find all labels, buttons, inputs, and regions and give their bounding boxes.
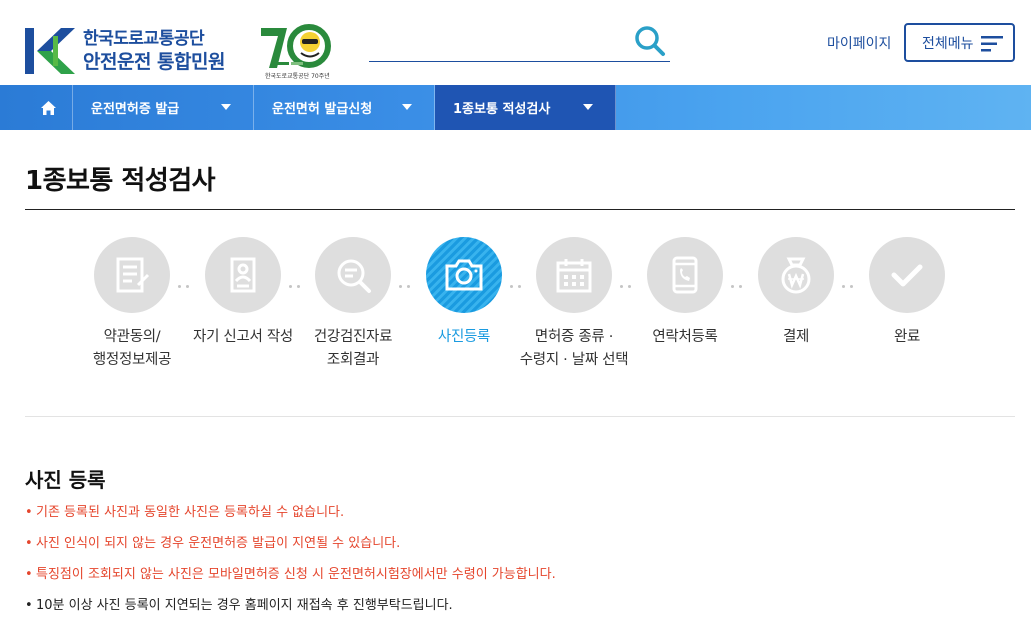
nav-item-aptitude-test[interactable]: 1종보통 적성검사 [435, 85, 616, 130]
step-label-line: 수령지 · 날짜 선택 [519, 352, 629, 368]
breadcrumb-nav: 운전면허증 발급 운전면허 발급신청 1종보통 적성검사 [0, 85, 1031, 130]
caret-down-icon [402, 104, 412, 110]
step-health-check-results: 건강검진자료조회결과 [298, 237, 408, 372]
search-input[interactable] [369, 28, 624, 58]
nav-item-license-application[interactable]: 운전면허 발급신청 [254, 85, 435, 130]
nav-item-license-issue[interactable]: 운전면허증 발급 [73, 85, 254, 130]
step-label-line: 완료 [893, 329, 921, 345]
section-divider [25, 416, 1015, 417]
caret-down-icon [583, 104, 593, 110]
page-title: 1종보통 적성검사 [25, 166, 216, 196]
step-label-line: 면허증 종류 · [534, 329, 614, 345]
nav-item-label: 1종보통 적성검사 [453, 102, 551, 117]
profile-document-icon [230, 257, 256, 293]
won-coin-icon [781, 257, 811, 294]
phone-icon [672, 256, 698, 294]
step-terms-agreement: 약관동의/행정정보제공 [77, 237, 187, 372]
koroad-logo-mark [25, 28, 75, 74]
all-menu-label: 전체메뉴 [922, 35, 974, 52]
search-icon[interactable] [634, 25, 666, 57]
notice-item: 특징점이 조회되지 않는 사진은 모바일면허증 신청 시 운전면허시험장에서만 … [25, 565, 556, 596]
nav-item-label: 운전면허 발급신청 [272, 102, 373, 117]
step-photo-registration: 사진등록 [409, 237, 519, 349]
camera-icon [445, 259, 483, 291]
step-payment: 결제 [741, 237, 851, 349]
step-label-line: 사진등록 [437, 329, 491, 345]
step-label-line: 건강검진자료 [313, 329, 393, 345]
logo-org-name: 한국도로교통공단 [83, 28, 205, 49]
hamburger-menu-icon [981, 36, 1003, 52]
checkmark-icon [891, 264, 923, 287]
notice-item: 10분 이상 사진 등록이 지연되는 경우 홈페이지 재접속 후 진행부탁드립니… [25, 596, 556, 627]
nav-item-label: 운전면허증 발급 [91, 102, 180, 117]
step-label-line: 약관동의/ [103, 329, 161, 345]
step-self-report: 자기 신고서 작성 [188, 237, 298, 349]
site-logo[interactable]: 한국도로교통공단 안전운전 통합민원 한국도로교통공단 70주년 [25, 22, 333, 80]
caret-down-icon [221, 104, 231, 110]
step-complete: 완료 [852, 237, 962, 349]
search-bar [369, 22, 670, 62]
step-label-line: 연락처등록 [652, 329, 718, 345]
notice-item: 기존 등록된 사진과 동일한 사진은 등록하실 수 없습니다. [25, 503, 556, 534]
anniversary-caption: 한국도로교통공단 70주년 [265, 73, 330, 80]
step-label-line: 행정정보제공 [92, 352, 172, 368]
title-divider [25, 209, 1015, 210]
calendar-icon [556, 259, 592, 293]
step-label-line: 결제 [782, 329, 810, 345]
mypage-link[interactable]: 마이페이지 [827, 33, 891, 53]
search-document-icon [337, 259, 371, 293]
site-header: 한국도로교통공단 안전운전 통합민원 한국도로교통공단 70주년 마이페이지 전… [0, 0, 1031, 85]
all-menu-button[interactable]: 전체메뉴 [904, 23, 1015, 62]
home-icon [41, 100, 56, 115]
step-contact-registration: 연락처등록 [630, 237, 740, 349]
section-title: 사진 등록 [25, 468, 106, 492]
document-form-icon [116, 257, 150, 293]
step-license-type-selection: 면허증 종류 · 수령지 · 날짜 선택 [519, 237, 629, 372]
step-label-line: 조회결과 [326, 352, 380, 368]
notice-item: 사진 인식이 되지 않는 경우 운전면허증 발급이 지연될 수 있습니다. [25, 534, 556, 565]
step-label-line: 자기 신고서 작성 [193, 329, 293, 345]
photo-notice-list: 기존 등록된 사진과 동일한 사진은 등록하실 수 없습니다. 사진 인식이 되… [25, 503, 556, 627]
nav-home-button[interactable] [25, 85, 73, 130]
logo-system-name: 안전운전 통합민원 [83, 50, 225, 73]
